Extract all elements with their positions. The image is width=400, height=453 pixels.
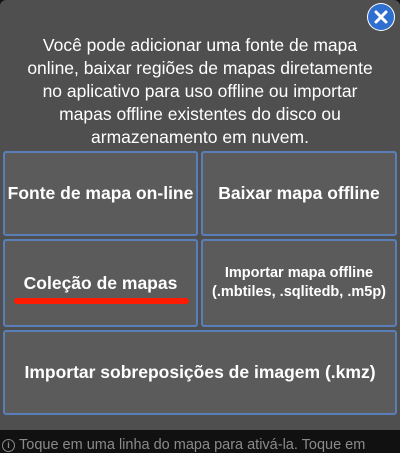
map-collection-label: Coleção de mapas [23,272,178,293]
import-image-overlays-button[interactable]: Importar sobreposições de imagem (.kmz) [3,330,397,415]
close-icon [368,4,394,30]
add-map-dialog: Você pode adicionar uma fonte de mapa on… [0,0,400,430]
import-offline-map-label: Importar mapa offline [224,265,374,281]
dialog-intro-text: Você pode adicionar uma fonte de mapa on… [27,35,373,147]
highlight-underline [14,298,189,304]
download-offline-map-label: Baixar mapa offline [218,183,380,203]
close-button[interactable] [367,3,395,31]
online-map-source-label: Fonte de mapa on-line [7,183,194,203]
footer-hint: i Toque em uma linha do mapa para ativá-… [2,437,365,453]
online-map-source-button[interactable]: Fonte de mapa on-line [3,151,198,236]
footer-hint-text: Toque em uma linha do mapa para ativá-la… [19,437,366,453]
import-offline-map-button[interactable]: Importar mapa offline (.mbtiles, .sqlite… [201,239,397,327]
info-icon: i [2,438,15,452]
download-offline-map-button[interactable]: Baixar mapa offline [201,151,397,236]
import-offline-map-formats: (.mbtiles, .sqlitedb, .m5p) [211,284,387,300]
map-collection-button[interactable]: Coleção de mapas [3,239,198,327]
import-image-overlays-label: Importar sobreposições de imagem (.kmz) [24,362,376,382]
